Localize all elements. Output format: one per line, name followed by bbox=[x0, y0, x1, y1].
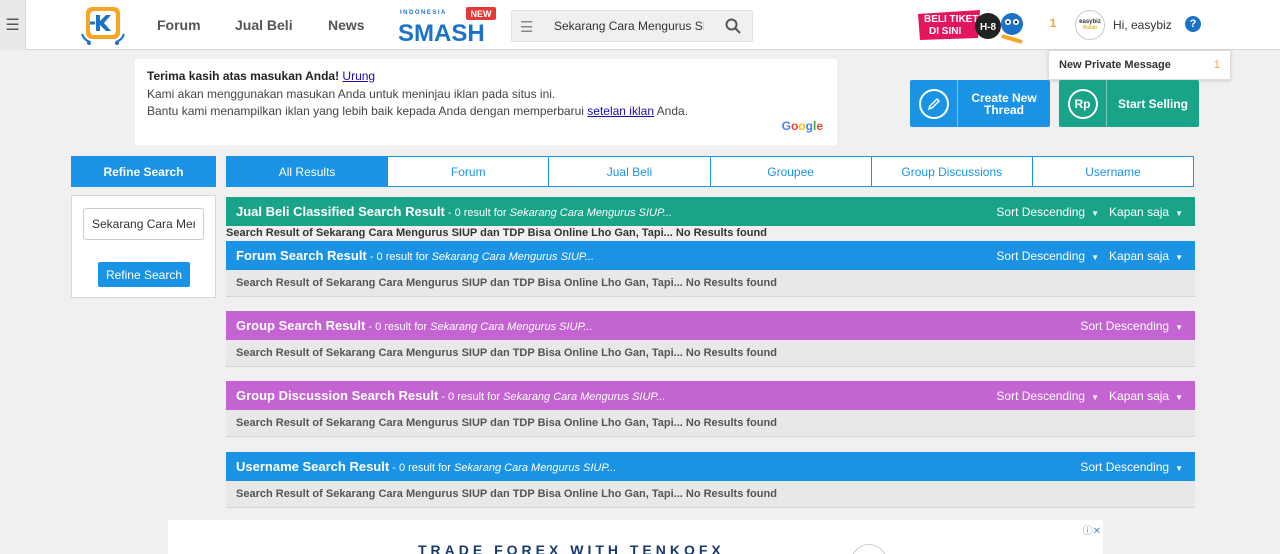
bottom-ad-banner[interactable]: TRADE FOREX WITH TENKOFX ⓘ✕ bbox=[168, 520, 1103, 554]
section-header: Username Search Result - 0 result for Se… bbox=[226, 452, 1195, 481]
result-tabs: All Results Forum Jual Beli Groupee Grou… bbox=[226, 156, 1194, 187]
tab-all-results[interactable]: All Results bbox=[227, 157, 389, 186]
section-title: Jual Beli Classified Search Result - 0 r… bbox=[236, 204, 673, 219]
section-body: Search Result of Sekarang Cara Mengurus … bbox=[226, 340, 1195, 367]
ad-feedback-box: Terima kasih atas masukan Anda! Urung Ka… bbox=[135, 59, 837, 145]
promo-badge: H-8 bbox=[980, 22, 997, 33]
nav-news-link[interactable]: News bbox=[328, 17, 365, 33]
promo-ticket-banner[interactable]: BELI TIKET DI SINI H-8 bbox=[916, 6, 1034, 46]
section-body: Search Result of Sekarang Cara Mengurus … bbox=[226, 226, 1195, 240]
section-body: Search Result of Sekarang Cara Mengurus … bbox=[226, 410, 1195, 437]
ad-settings-link[interactable]: setelan iklan bbox=[587, 104, 654, 118]
start-selling-button[interactable]: Rp Start Selling bbox=[1059, 80, 1199, 127]
rupiah-icon: Rp bbox=[1059, 80, 1107, 127]
no-results-text: Search Result of Sekarang Cara Mengurus … bbox=[236, 277, 777, 289]
ad-choices-icon[interactable]: ⓘ✕ bbox=[1083, 522, 1101, 537]
section-header: Group Discussion Search Result - 0 resul… bbox=[226, 381, 1195, 410]
time-dropdown[interactable]: Kapan saja ▼ bbox=[1109, 205, 1183, 219]
ad-banner-text: TRADE FOREX WITH TENKOFX bbox=[418, 542, 725, 554]
caret-down-icon: ▼ bbox=[1091, 253, 1100, 262]
refine-search-header: Refine Search bbox=[71, 156, 216, 187]
section-title: Group Search Result - 0 result for Sekar… bbox=[236, 318, 593, 333]
ad-circle-icon bbox=[851, 544, 887, 554]
top-navbar: ☰ Forum Jual Beli News INDONESIA SMASH N… bbox=[0, 0, 1280, 50]
nav-forum-link[interactable]: Forum bbox=[157, 17, 201, 33]
smash-brand: SMASH bbox=[398, 20, 485, 45]
section-body: Search Result of Sekarang Cara Mengurus … bbox=[226, 481, 1195, 508]
sort-dropdown[interactable]: Sort Descending ▼ bbox=[1080, 460, 1183, 474]
time-dropdown[interactable]: Kapan saja ▼ bbox=[1109, 249, 1183, 263]
smash-tag: INDONESIA bbox=[400, 10, 447, 16]
private-message-dropdown[interactable]: New Private Message 1 bbox=[1048, 50, 1231, 80]
search-filter-icon[interactable]: ☰ bbox=[520, 18, 533, 36]
avatar[interactable]: easybiz Bizlab bbox=[1075, 10, 1105, 40]
notification-count[interactable]: 1 bbox=[1046, 16, 1060, 34]
pm-label: New Private Message bbox=[1059, 59, 1171, 71]
caret-down-icon: ▼ bbox=[1175, 209, 1183, 218]
section-header: Jual Beli Classified Search Result - 0 r… bbox=[226, 197, 1195, 226]
no-results-text: Search Result of Sekarang Cara Mengurus … bbox=[226, 227, 767, 239]
ad-feedback-line1: Kami akan menggunakan masukan Anda untuk… bbox=[147, 87, 556, 101]
caret-down-icon: ▼ bbox=[1175, 323, 1183, 332]
refine-search-button[interactable]: Refine Search bbox=[98, 262, 190, 287]
time-dropdown[interactable]: Kapan saja ▼ bbox=[1109, 389, 1183, 403]
no-results-text: Search Result of Sekarang Cara Mengurus … bbox=[236, 347, 777, 359]
pencil-icon bbox=[910, 80, 958, 127]
tab-username[interactable]: Username bbox=[1033, 157, 1193, 186]
promo-line1: BELI TIKET bbox=[924, 14, 978, 25]
ad-feedback-title: Terima kasih atas masukan Anda! Urung bbox=[147, 69, 376, 83]
section-title: Username Search Result - 0 result for Se… bbox=[236, 459, 617, 474]
indonesia-smash-logo[interactable]: INDONESIA SMASH NEW bbox=[396, 5, 500, 45]
avatar-sub: Bizlab bbox=[1083, 25, 1097, 31]
ad-feedback-line2: Bantu kami menampilkan iklan yang lebih … bbox=[147, 104, 689, 118]
nav-jual-beli-link[interactable]: Jual Beli bbox=[235, 17, 293, 33]
caret-down-icon: ▼ bbox=[1091, 393, 1100, 402]
search-icon[interactable] bbox=[724, 17, 742, 35]
pm-count: 1 bbox=[1213, 59, 1220, 71]
start-selling-label: Start Selling bbox=[1117, 96, 1188, 111]
sort-dropdown[interactable]: Sort Descending ▼ bbox=[996, 249, 1099, 263]
sort-dropdown[interactable]: Sort Descending ▼ bbox=[1080, 319, 1183, 333]
tab-groupee[interactable]: Groupee bbox=[711, 157, 872, 186]
caret-down-icon: ▼ bbox=[1175, 253, 1183, 262]
ad-undo-link[interactable]: Urung bbox=[342, 69, 375, 83]
tab-jual-beli[interactable]: Jual Beli bbox=[549, 157, 711, 186]
section-header: Forum Search Result - 0 result for Sekar… bbox=[226, 241, 1195, 270]
help-icon[interactable]: ? bbox=[1185, 16, 1201, 32]
search-bar: ☰ bbox=[511, 10, 753, 42]
refine-search-input[interactable] bbox=[83, 208, 204, 240]
menu-icon[interactable]: ☰ bbox=[0, 0, 26, 50]
sort-dropdown[interactable]: Sort Descending ▼ bbox=[996, 205, 1099, 219]
caret-down-icon: ▼ bbox=[1175, 464, 1183, 473]
caret-down-icon: ▼ bbox=[1175, 393, 1183, 402]
section-title: Group Discussion Search Result - 0 resul… bbox=[236, 388, 666, 403]
section-title: Forum Search Result - 0 result for Sekar… bbox=[236, 248, 595, 263]
caret-down-icon: ▼ bbox=[1091, 209, 1100, 218]
tab-forum[interactable]: Forum bbox=[388, 157, 550, 186]
smash-new-badge: NEW bbox=[471, 9, 493, 19]
kaskus-logo[interactable] bbox=[76, 4, 132, 46]
refine-search-panel: Refine Search bbox=[71, 195, 216, 298]
promo-line2: DI SINI bbox=[929, 26, 961, 37]
sort-dropdown[interactable]: Sort Descending ▼ bbox=[996, 389, 1099, 403]
create-new-thread-button[interactable]: Create New Thread bbox=[910, 80, 1050, 127]
tab-group-discussions[interactable]: Group Discussions bbox=[872, 157, 1033, 186]
no-results-text: Search Result of Sekarang Cara Mengurus … bbox=[236, 417, 777, 429]
google-logo: Google bbox=[781, 119, 823, 133]
create-thread-label: Create New Thread bbox=[971, 90, 1037, 117]
no-results-text: Search Result of Sekarang Cara Mengurus … bbox=[236, 488, 777, 500]
section-body: Search Result of Sekarang Cara Mengurus … bbox=[226, 270, 1195, 297]
search-input[interactable] bbox=[554, 16, 704, 36]
user-greeting[interactable]: Hi, easybiz bbox=[1113, 18, 1172, 32]
section-header: Group Search Result - 0 result for Sekar… bbox=[226, 311, 1195, 340]
